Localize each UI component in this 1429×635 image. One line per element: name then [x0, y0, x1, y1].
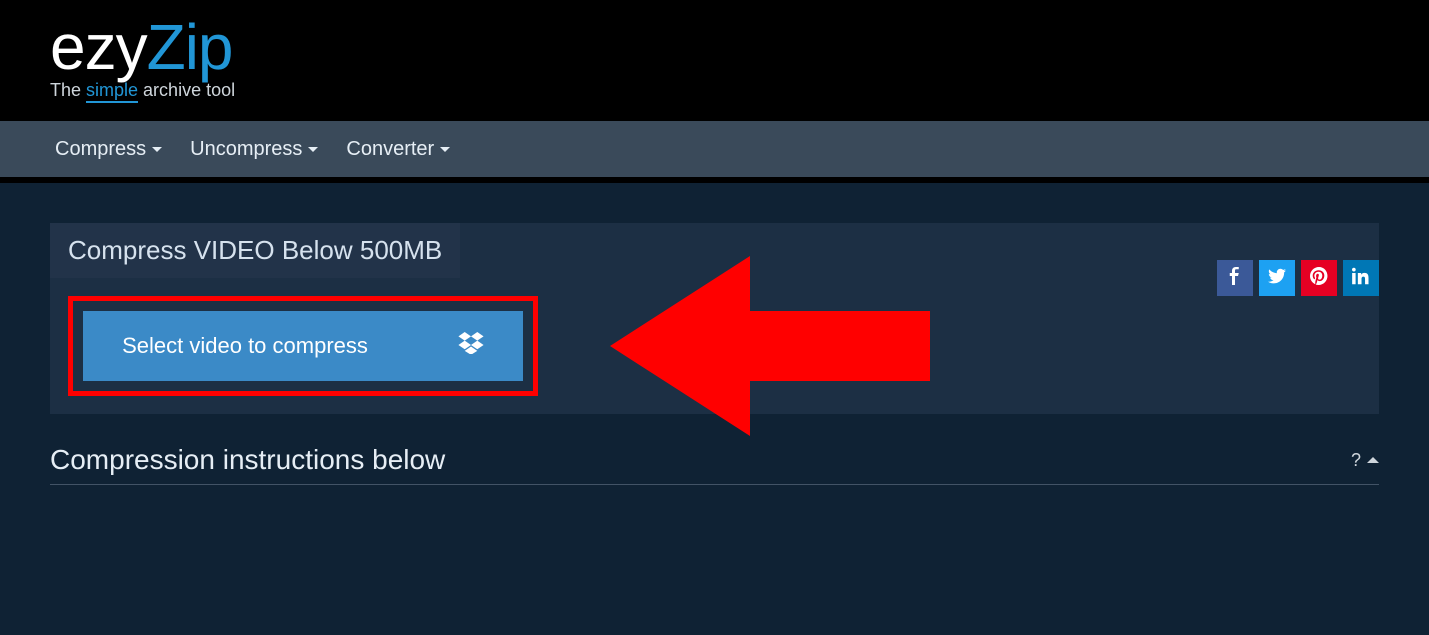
caret-down-icon: [440, 147, 450, 152]
logo-part1: ezy: [50, 10, 147, 84]
tagline-prefix: The: [50, 80, 86, 100]
panel-title: Compress VIDEO Below 500MB: [50, 223, 460, 278]
instructions-header[interactable]: Compression instructions below ?: [50, 444, 1379, 485]
logo-part2: Zip: [147, 10, 233, 84]
nav-converter[interactable]: Converter: [346, 138, 450, 161]
facebook-button[interactable]: [1217, 260, 1253, 296]
panel-body: Select video to compress: [50, 278, 1379, 414]
caret-down-icon: [152, 147, 162, 152]
pinterest-icon: [1310, 267, 1328, 290]
caret-up-icon: [1367, 457, 1379, 463]
select-video-label: Select video to compress: [122, 333, 368, 359]
linkedin-button[interactable]: [1343, 260, 1379, 296]
tagline: The simple archive tool: [50, 80, 1429, 103]
linkedin-icon: [1352, 267, 1370, 290]
nav-converter-label: Converter: [346, 138, 434, 161]
caret-down-icon: [308, 147, 318, 152]
highlight-annotation: Select video to compress: [68, 296, 538, 396]
nav-uncompress-label: Uncompress: [190, 138, 302, 161]
twitter-button[interactable]: [1259, 260, 1295, 296]
header: ezyZip The simple archive tool: [0, 0, 1429, 121]
tagline-suffix: archive tool: [138, 80, 235, 100]
pinterest-button[interactable]: [1301, 260, 1337, 296]
dropbox-icon[interactable]: [458, 332, 484, 360]
instructions-title: Compression instructions below: [50, 444, 445, 476]
twitter-icon: [1268, 267, 1286, 290]
select-video-button[interactable]: Select video to compress: [83, 311, 523, 381]
facebook-icon: [1226, 267, 1244, 290]
nav-compress[interactable]: Compress: [55, 138, 162, 161]
help-toggle[interactable]: ?: [1351, 450, 1379, 471]
logo[interactable]: ezyZip: [50, 10, 1429, 84]
main-content: Compress VIDEO Below 500MB Select video …: [0, 183, 1429, 485]
nav-compress-label: Compress: [55, 138, 146, 161]
compress-panel: Compress VIDEO Below 500MB Select video …: [50, 223, 1379, 414]
help-label: ?: [1351, 450, 1361, 471]
nav-uncompress[interactable]: Uncompress: [190, 138, 318, 161]
arrow-annotation-icon: [610, 256, 930, 441]
navbar: Compress Uncompress Converter: [0, 121, 1429, 177]
tagline-highlight: simple: [86, 81, 138, 103]
social-buttons: [1217, 260, 1379, 296]
